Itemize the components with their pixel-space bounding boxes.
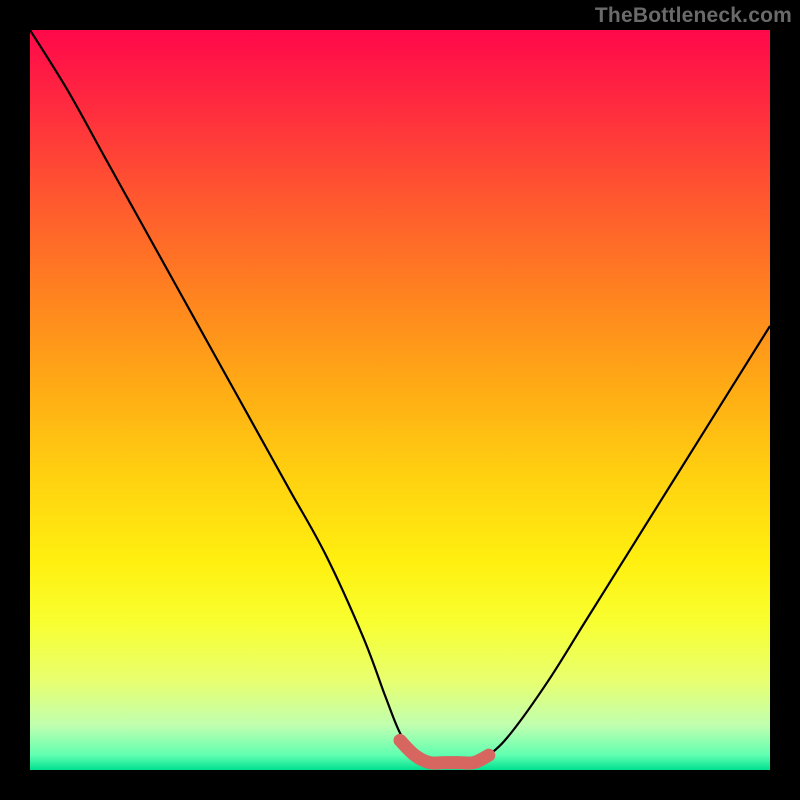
bottom-highlight xyxy=(400,740,489,763)
bottleneck-curve xyxy=(30,30,770,763)
plot-area xyxy=(30,30,770,770)
watermark-text: TheBottleneck.com xyxy=(595,4,792,28)
curve-svg xyxy=(30,30,770,770)
chart-container: TheBottleneck.com xyxy=(0,0,800,800)
